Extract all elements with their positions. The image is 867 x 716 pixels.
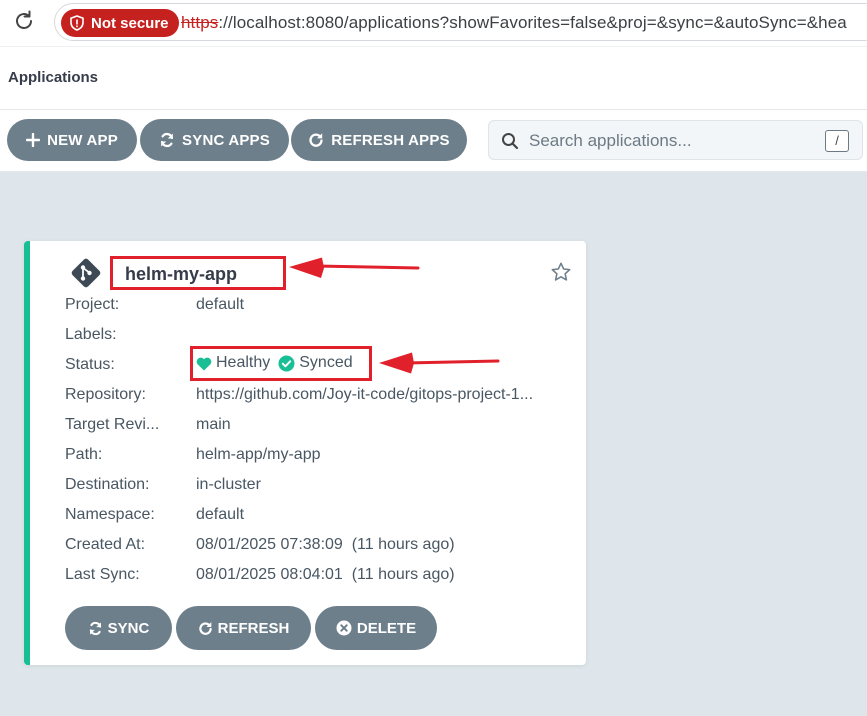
sync-button[interactable]: SYNC [65, 606, 172, 650]
sync-status: Synced [299, 354, 353, 371]
address-bar[interactable]: Not secure https://localhost:8080/applic… [54, 3, 867, 41]
url-path: ://localhost:8080/applications?showFavor… [218, 13, 847, 32]
heart-icon [196, 357, 212, 370]
field-label-labels: Labels: [65, 326, 117, 343]
url-text[interactable]: https://localhost:8080/applications?show… [181, 13, 847, 33]
search-input[interactable]: Search applications... / [488, 120, 863, 160]
search-icon [502, 133, 519, 150]
new-app-button[interactable]: NEW APP [7, 119, 137, 161]
not-secure-label: Not secure [91, 14, 169, 32]
field-label-path: Path: [65, 446, 103, 463]
application-tile[interactable]: helm-my-app Project: default Labels: Sta… [24, 241, 586, 665]
reload-icon[interactable] [12, 9, 36, 33]
git-icon [71, 258, 101, 288]
sync-button-label: SYNC [107, 619, 150, 637]
page-header: Applications [0, 46, 867, 110]
favorite-star-icon[interactable] [550, 261, 572, 283]
refresh-apps-label: REFRESH APPS [331, 131, 450, 149]
page-title: Applications [8, 69, 99, 86]
applications-toolbar: NEW APP SYNC APPS REFRESH APPS Search ap… [0, 110, 867, 172]
browser-toolbar: Not secure https://localhost:8080/applic… [0, 0, 867, 46]
sync-apps-button[interactable]: SYNC APPS [140, 119, 289, 161]
field-label-namespace: Namespace: [65, 506, 155, 523]
annotation-arrow-name [289, 257, 420, 278]
field-label-project: Project: [65, 296, 120, 313]
plus-icon [26, 133, 41, 147]
refresh-button-label: REFRESH [217, 619, 290, 637]
sync-icon [160, 132, 174, 148]
field-value-target-revision: main [196, 416, 231, 433]
search-shortcut-key: / [825, 130, 849, 152]
field-label-repository: Repository: [65, 386, 146, 403]
field-label-target-revision: Target Revi... [65, 416, 160, 433]
sync-apps-label: SYNC APPS [182, 131, 270, 149]
url-scheme: https [181, 13, 219, 32]
field-value-destination: in-cluster [196, 476, 261, 493]
annotation-arrow-status [379, 352, 500, 374]
app-name-highlight: helm-my-app [110, 256, 286, 290]
status-highlight: Healthy Synced [190, 346, 372, 381]
field-label-last-sync: Last Sync: [65, 566, 140, 583]
delete-button[interactable]: DELETE [315, 606, 437, 650]
field-value-last-sync: 08/01/2025 08:04:01 (11 hours ago) [196, 566, 455, 583]
field-value-path: helm-app/my-app [196, 446, 321, 463]
app-name[interactable]: helm-my-app [125, 264, 237, 285]
sync-icon [89, 621, 101, 635]
status-value: Healthy Synced [196, 354, 353, 372]
field-label-created-at: Created At: [65, 536, 146, 553]
field-value-namespace: default [196, 506, 245, 523]
field-value-repository: https://github.com/Joy-it-code/gitops-pr… [196, 386, 534, 403]
field-label-destination: Destination: [65, 476, 150, 493]
shield-warning-icon [70, 15, 84, 31]
new-app-label: NEW APP [47, 131, 118, 149]
refresh-icon [198, 621, 212, 635]
refresh-button[interactable]: REFRESH [176, 606, 311, 650]
health-status: Healthy [216, 354, 271, 371]
search-placeholder: Search applications... [529, 131, 692, 150]
delete-button-label: DELETE [356, 619, 417, 637]
not-secure-badge[interactable]: Not secure [61, 9, 179, 37]
field-label-status: Status: [65, 356, 115, 373]
field-value-created-at: 08/01/2025 07:38:09 (11 hours ago) [196, 536, 455, 553]
field-value-project: default [196, 296, 245, 313]
times-circle-icon [336, 620, 352, 636]
refresh-icon [309, 133, 323, 147]
check-circle-icon [278, 355, 295, 371]
refresh-apps-button[interactable]: REFRESH APPS [291, 119, 467, 161]
